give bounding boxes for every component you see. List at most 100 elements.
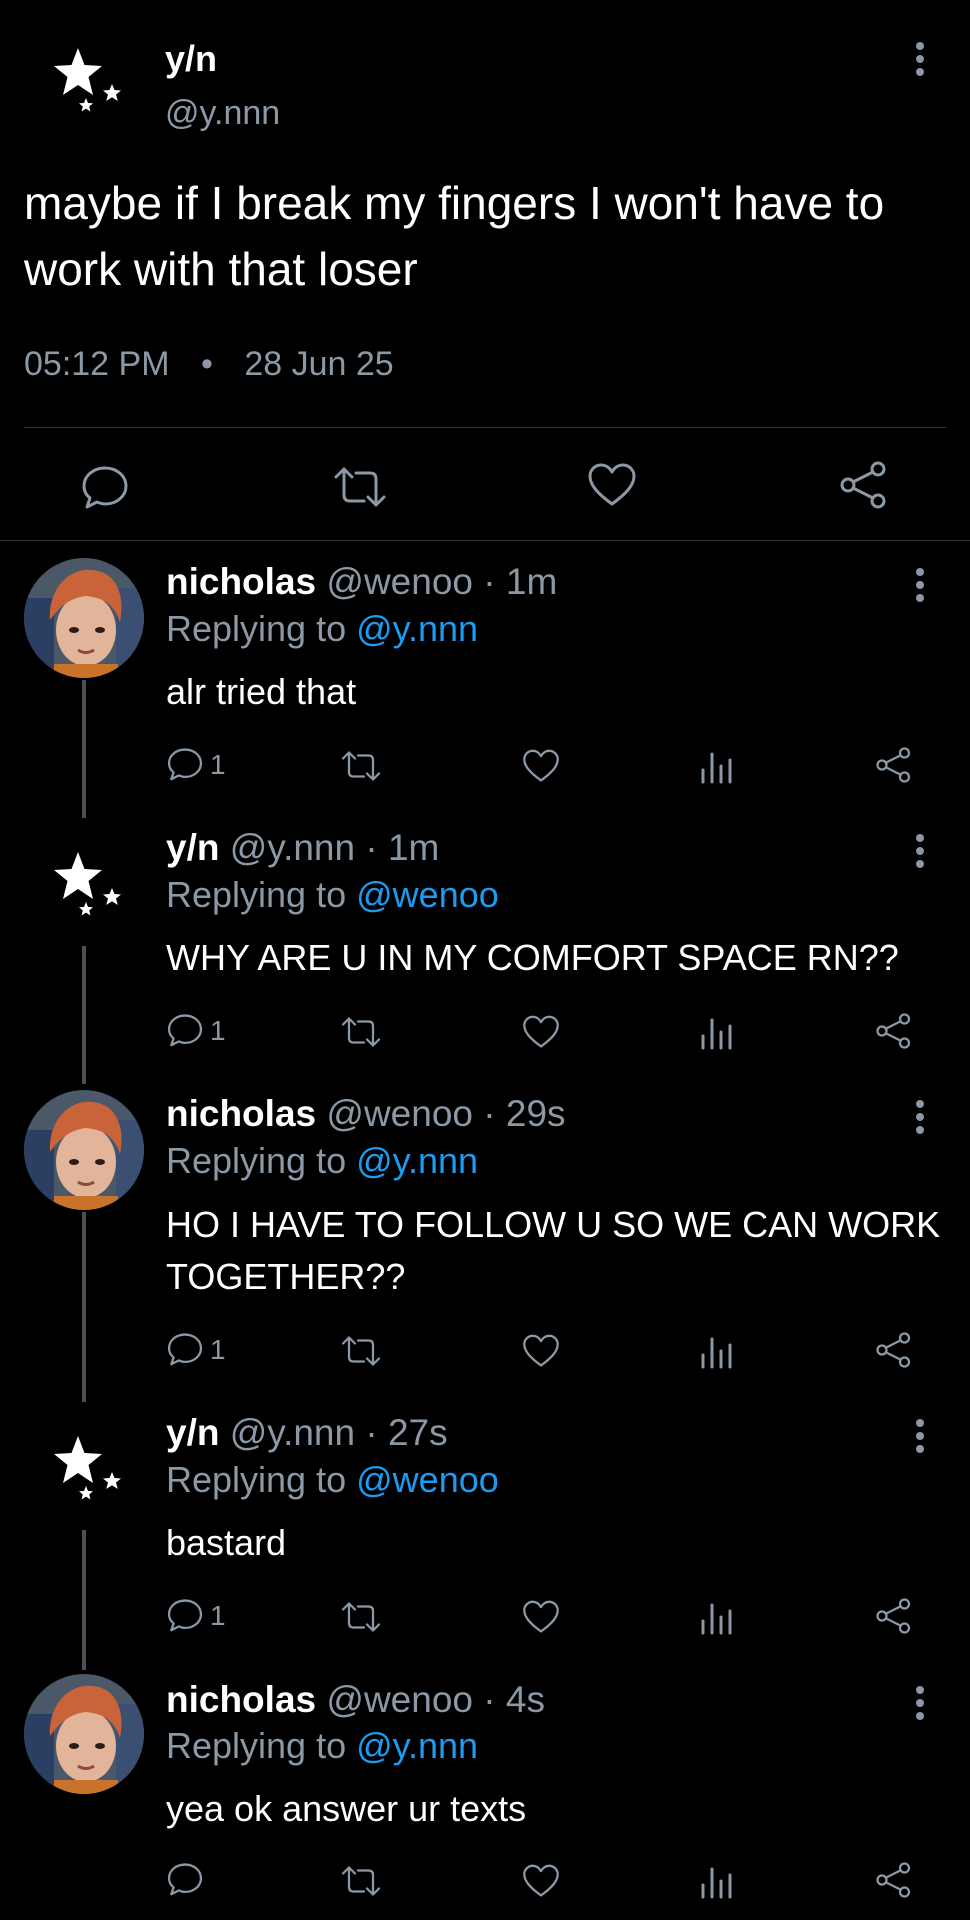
replying-to-mention[interactable]: @y.nnn	[356, 608, 478, 649]
heart-icon	[523, 1864, 559, 1897]
replying-to-mention[interactable]: @y.nnn	[356, 1725, 478, 1766]
more-vertical-icon	[916, 834, 924, 868]
reply-views-button[interactable]	[700, 1333, 732, 1369]
reply-text: WHY ARE U IN MY COMFORT SPACE RN??	[166, 937, 899, 978]
avatar[interactable]	[24, 558, 144, 678]
reply-text: bastard	[166, 1522, 287, 1563]
reply-share-button[interactable]	[876, 746, 912, 784]
reply-author-name[interactable]: y/n	[166, 1412, 219, 1453]
reply-more-button[interactable]	[906, 832, 934, 872]
reply-author-name[interactable]: y/n	[166, 827, 219, 868]
reply-author-name[interactable]: nicholas	[166, 561, 316, 602]
reply-count: 1	[210, 1600, 226, 1631]
reply-share-button[interactable]	[876, 1861, 912, 1899]
reply-like-button[interactable]	[522, 748, 560, 784]
main-tweet-avatar[interactable]	[42, 40, 132, 120]
retweet-icon	[341, 1602, 381, 1632]
main-like-button[interactable]	[587, 462, 637, 508]
reply-author-handle[interactable]: @y.nnn	[230, 1412, 355, 1453]
reply-more-button[interactable]	[906, 1684, 934, 1724]
reply-icon	[167, 1333, 203, 1366]
reply-like-button[interactable]	[522, 1599, 560, 1635]
reply-retweet-button[interactable]	[340, 1334, 382, 1368]
reply-more-button[interactable]	[906, 566, 934, 606]
reply-reply-button[interactable]: 1	[166, 1011, 236, 1051]
views-icon	[701, 1867, 732, 1899]
reply-more-button[interactable]	[906, 1417, 934, 1457]
heart-icon	[523, 1015, 559, 1048]
reply-share-button[interactable]	[876, 1331, 912, 1369]
reply-author-name[interactable]: nicholas	[166, 1679, 316, 1720]
reply-like-button[interactable]	[522, 1863, 560, 1899]
retweet-icon	[341, 1866, 381, 1896]
main-retweet-button[interactable]	[332, 465, 388, 509]
stars-avatar-icon	[54, 852, 121, 916]
reply-reply-button[interactable]: 1	[166, 1330, 236, 1370]
views-icon	[701, 752, 732, 784]
reply-retweet-button[interactable]	[340, 1600, 382, 1634]
main-tweet-more-button[interactable]	[906, 40, 934, 80]
share-icon	[876, 1598, 911, 1634]
main-tweet-author-name[interactable]: y/n	[165, 38, 217, 80]
reply-icon	[82, 466, 128, 509]
thread-line	[82, 946, 86, 1084]
reply-count: 1	[210, 1334, 226, 1365]
stars-avatar-icon	[54, 1436, 121, 1500]
reply-views-button[interactable]	[700, 1863, 732, 1899]
reply-header: nicholas @wenoo · 29s	[166, 1093, 566, 1135]
reply-author-handle[interactable]: @wenoo	[326, 1679, 473, 1720]
avatar[interactable]	[24, 1090, 144, 1210]
reply-author-name[interactable]: nicholas	[166, 1093, 316, 1134]
share-icon	[876, 747, 911, 783]
replying-to-line: Replying to @y.nnn	[166, 1725, 478, 1767]
retweet-icon	[341, 1017, 381, 1047]
replying-to-label: Replying to	[166, 1140, 347, 1181]
retweet-icon	[341, 751, 381, 781]
avatar[interactable]	[42, 844, 132, 924]
avatar[interactable]	[24, 1674, 144, 1794]
reply-author-handle[interactable]: @wenoo	[326, 561, 473, 602]
thread-line	[82, 1530, 86, 1670]
reply-views-button[interactable]	[700, 1014, 732, 1050]
reply-icon	[167, 1599, 203, 1632]
stars-avatar-icon	[54, 48, 121, 112]
reply-retweet-button[interactable]	[340, 749, 382, 783]
reply-retweet-button[interactable]	[340, 1864, 382, 1898]
reply-author-handle[interactable]: @y.nnn	[230, 827, 355, 868]
avatar[interactable]	[42, 1428, 132, 1508]
replying-to-mention[interactable]: @wenoo	[356, 1459, 499, 1500]
profile-photo	[24, 558, 144, 678]
reply-more-button[interactable]	[906, 1098, 934, 1138]
replying-to-line: Replying to @y.nnn	[166, 608, 478, 650]
more-vertical-icon	[916, 1100, 924, 1134]
replying-to-mention[interactable]: @wenoo	[356, 874, 499, 915]
reply-share-button[interactable]	[876, 1012, 912, 1050]
main-reply-button[interactable]	[80, 462, 130, 512]
main-tweet-separator: •	[200, 345, 213, 383]
replying-to-label: Replying to	[166, 1459, 347, 1500]
reply-reply-button[interactable]	[166, 1860, 236, 1900]
reply-like-button[interactable]	[522, 1014, 560, 1050]
reply-retweet-button[interactable]	[340, 1015, 382, 1049]
share-icon	[876, 1332, 911, 1368]
heart-icon	[523, 749, 559, 782]
reply-like-button[interactable]	[522, 1333, 560, 1369]
reply-age: · 1m	[483, 561, 558, 602]
share-icon	[876, 1862, 911, 1898]
reply-author-handle[interactable]: @wenoo	[326, 1093, 473, 1134]
main-tweet-text: maybe if I break my fingers I won't have…	[24, 177, 885, 295]
reply-views-button[interactable]	[700, 748, 732, 784]
replying-to-mention[interactable]: @y.nnn	[356, 1140, 478, 1181]
main-share-button[interactable]	[840, 460, 888, 510]
main-tweet-author-handle[interactable]: @y.nnn	[165, 94, 280, 133]
reply-views-button[interactable]	[700, 1599, 732, 1635]
more-vertical-icon	[916, 42, 924, 76]
replying-to-line: Replying to @y.nnn	[166, 1140, 478, 1182]
reply-icon	[167, 1863, 203, 1896]
more-vertical-icon	[916, 1686, 924, 1720]
reply-reply-button[interactable]: 1	[166, 1596, 236, 1636]
reply-reply-button[interactable]: 1	[166, 745, 236, 785]
main-tweet-timestamp: 05:12 PM • 28 Jun 25	[24, 345, 394, 384]
reply-icon	[167, 748, 203, 781]
reply-share-button[interactable]	[876, 1597, 912, 1635]
